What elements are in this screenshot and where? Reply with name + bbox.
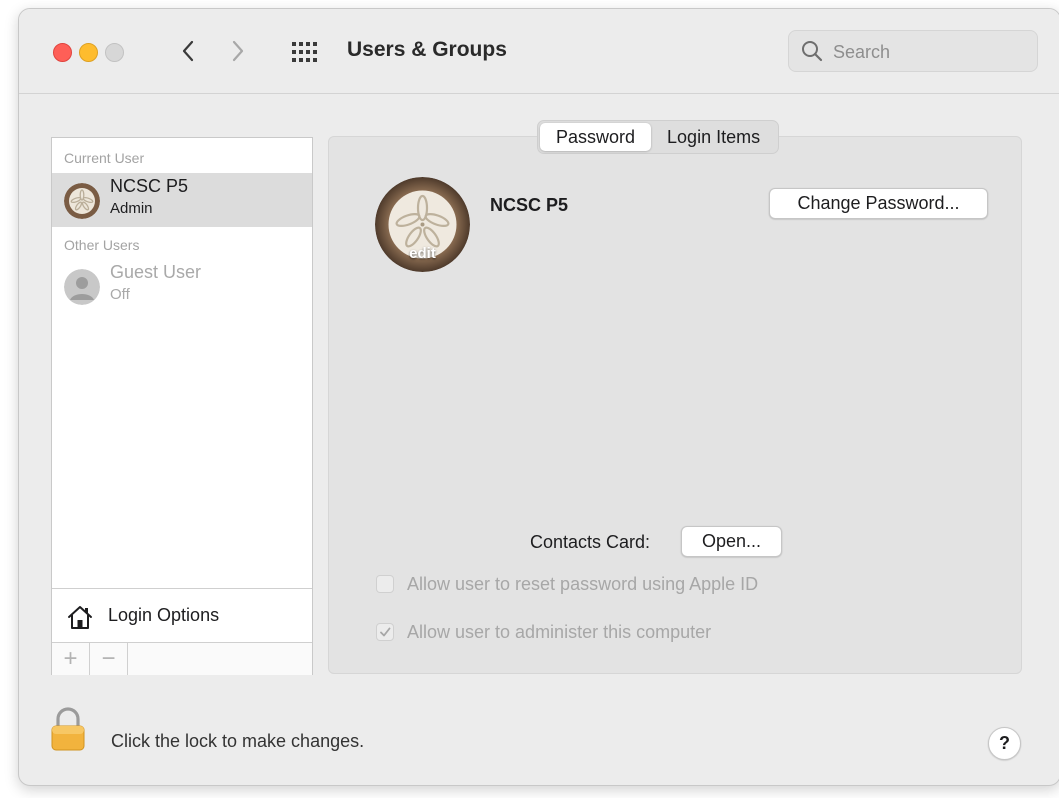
tab-login-items[interactable]: Login Items	[651, 123, 776, 151]
sand-dollar-avatar	[64, 183, 100, 219]
help-button[interactable]: ?	[988, 727, 1021, 760]
users-groups-window: Users & Groups Current User	[18, 8, 1059, 786]
contacts-open-button[interactable]: Open...	[681, 526, 782, 557]
search-field[interactable]	[788, 30, 1038, 73]
house-icon	[68, 606, 92, 629]
chevron-right-icon	[232, 40, 244, 62]
show-all-button[interactable]	[289, 39, 323, 65]
generic-person-avatar	[64, 269, 100, 305]
checkmark-icon	[380, 627, 391, 637]
edit-picture-label: edit	[409, 245, 436, 262]
login-options-label: Login Options	[108, 605, 220, 625]
user-row-guest[interactable]: Guest User Off	[52, 259, 312, 313]
change-password-button[interactable]: Change Password...	[769, 188, 988, 219]
add-user-button[interactable]: +	[52, 643, 90, 675]
user-row-ncsc-p5[interactable]: NCSC P5 Admin	[52, 173, 312, 227]
forward-button[interactable]	[223, 35, 253, 67]
user-role: Admin	[110, 200, 153, 217]
lock-icon[interactable]	[49, 706, 87, 752]
administer-computer-label: Allow user to administer this computer	[407, 621, 712, 642]
user-picture[interactable]: edit	[375, 177, 470, 272]
account-full-name: NCSC P5	[490, 195, 569, 215]
user-name: Guest User	[110, 262, 202, 282]
lock-message: Click the lock to make changes.	[111, 731, 365, 751]
user-name: NCSC P5	[110, 176, 189, 196]
window-title: Users & Groups	[347, 38, 507, 61]
other-users-header: Other Users	[64, 237, 140, 253]
administer-computer-option[interactable]: Allow user to administer this computer	[376, 620, 711, 644]
minimize-button[interactable]	[79, 43, 98, 62]
tab-password[interactable]: Password	[540, 123, 652, 151]
grid-icon	[292, 42, 317, 62]
administer-computer-checkbox[interactable]	[376, 623, 394, 641]
search-input[interactable]	[831, 31, 1031, 73]
reset-with-apple-id-option[interactable]: Allow user to reset password using Apple…	[376, 572, 758, 596]
back-button[interactable]	[173, 35, 203, 67]
tab-bar: Password Login Items	[537, 120, 780, 154]
current-user-header: Current User	[64, 150, 145, 166]
user-list: Current User NCSC P5 Admin Other Users G…	[51, 137, 313, 675]
search-icon	[802, 41, 823, 62]
reset-with-apple-id-checkbox[interactable]	[376, 575, 394, 593]
remove-user-button[interactable]: −	[90, 643, 128, 675]
zoom-button[interactable]	[105, 43, 124, 62]
chevron-left-icon	[182, 40, 194, 62]
contacts-card-label: Contacts Card:	[530, 532, 651, 552]
login-options-item[interactable]: Login Options	[52, 588, 312, 643]
reset-with-apple-id-label: Allow user to reset password using Apple…	[407, 573, 759, 594]
toolbar: Users & Groups	[19, 9, 1059, 94]
add-remove-bar: + −	[52, 642, 312, 675]
user-status: Off	[110, 286, 130, 303]
close-button[interactable]	[53, 43, 72, 62]
